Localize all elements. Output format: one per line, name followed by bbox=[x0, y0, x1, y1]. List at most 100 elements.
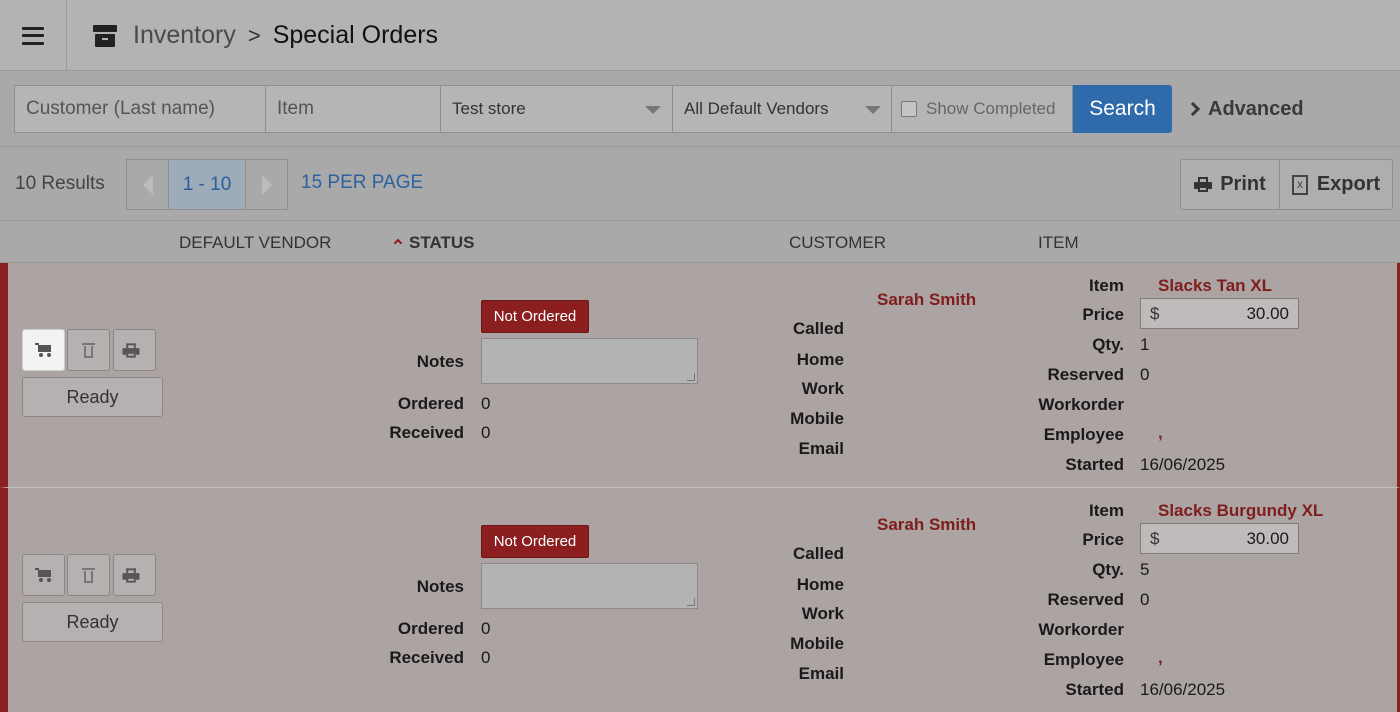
store-select[interactable]: Test store bbox=[440, 85, 673, 133]
qty-label: Qty. bbox=[1092, 335, 1124, 354]
email-label: Email bbox=[798, 664, 844, 683]
next-page-button[interactable] bbox=[246, 160, 287, 209]
column-headers: DEFAULT VENDOR STATUS CUSTOMER ITEM bbox=[0, 221, 1400, 263]
item-link[interactable]: Slacks Tan XL bbox=[1158, 276, 1272, 296]
mobile-label: Mobile bbox=[790, 634, 844, 653]
employee-value[interactable]: , bbox=[1158, 648, 1163, 668]
workorder-label: Workorder bbox=[1038, 395, 1124, 414]
show-completed-toggle[interactable]: Show Completed bbox=[891, 85, 1073, 133]
print-row-button[interactable] bbox=[113, 329, 156, 371]
printer-icon bbox=[1194, 177, 1213, 192]
customer-search-input[interactable]: Customer (Last name) bbox=[14, 85, 266, 133]
column-status[interactable]: STATUS bbox=[393, 233, 475, 253]
ordered-label: Ordered bbox=[397, 394, 464, 413]
filter-bar: Customer (Last name) Item Test store All… bbox=[0, 71, 1400, 147]
cart-icon bbox=[34, 343, 53, 357]
show-completed-checkbox[interactable] bbox=[901, 101, 917, 117]
hamburger-menu-icon bbox=[22, 26, 44, 45]
item-label: Item bbox=[1089, 276, 1124, 295]
price-input[interactable]: $ 30.00 bbox=[1140, 523, 1299, 554]
store-select-value: Test store bbox=[452, 99, 526, 118]
export-button[interactable]: Export bbox=[1279, 159, 1393, 210]
qty-label: Qty. bbox=[1092, 560, 1124, 579]
notes-field[interactable] bbox=[481, 338, 698, 384]
table-row: Ready Not Ordered Notes Ordered 0 Receiv… bbox=[0, 488, 1400, 712]
breadcrumb-separator-icon: > bbox=[247, 22, 261, 48]
menu-button[interactable] bbox=[0, 0, 67, 71]
breadcrumb-inventory[interactable]: Inventory bbox=[133, 21, 236, 50]
ordered-value: 0 bbox=[481, 619, 491, 638]
started-label: Started bbox=[1065, 455, 1124, 474]
printer-icon bbox=[121, 567, 140, 583]
chevron-right-icon bbox=[1185, 101, 1201, 117]
previous-page-button[interactable] bbox=[127, 160, 168, 209]
page-title: Special Orders bbox=[272, 21, 439, 49]
print-row-button[interactable] bbox=[113, 554, 156, 596]
column-status-label: STATUS bbox=[409, 233, 475, 252]
trash-icon bbox=[82, 342, 95, 359]
home-label: Home bbox=[796, 575, 844, 594]
reserved-value: 0 bbox=[1140, 590, 1150, 609]
started-value: 16/06/2025 bbox=[1140, 680, 1226, 699]
currency-symbol: $ bbox=[1150, 528, 1160, 548]
pagination: 1 - 10 bbox=[126, 159, 288, 210]
column-default-vendor[interactable]: DEFAULT VENDOR bbox=[179, 233, 331, 253]
top-bar: Inventory > Special Orders bbox=[0, 0, 1400, 71]
print-label: Print bbox=[1220, 173, 1266, 195]
ordered-value: 0 bbox=[481, 394, 491, 413]
reserved-label: Reserved bbox=[1047, 365, 1124, 384]
cart-icon bbox=[34, 568, 53, 582]
received-value: 0 bbox=[481, 423, 491, 442]
received-label: Received bbox=[389, 423, 464, 442]
called-label: Called bbox=[792, 319, 844, 338]
home-label: Home bbox=[796, 350, 844, 369]
vendor-select[interactable]: All Default Vendors bbox=[672, 85, 892, 133]
advanced-search-toggle[interactable]: Advanced bbox=[1185, 85, 1304, 133]
caret-down-icon bbox=[645, 106, 661, 114]
excel-file-icon bbox=[1291, 174, 1308, 195]
order-cart-button[interactable] bbox=[22, 554, 65, 596]
qty-value: 5 bbox=[1140, 560, 1150, 579]
sort-ascending-icon bbox=[393, 238, 403, 248]
customer-link[interactable]: Sarah Smith bbox=[877, 290, 976, 310]
qty-value: 1 bbox=[1140, 335, 1150, 354]
received-label: Received bbox=[389, 648, 464, 667]
order-cart-button[interactable] bbox=[22, 329, 65, 371]
printer-icon bbox=[121, 342, 140, 358]
delete-button[interactable] bbox=[67, 329, 110, 371]
price-value: 30.00 bbox=[1246, 528, 1289, 548]
currency-symbol: $ bbox=[1150, 303, 1160, 323]
employee-value[interactable]: , bbox=[1158, 423, 1163, 443]
column-item[interactable]: ITEM bbox=[1038, 233, 1079, 253]
customer-link[interactable]: Sarah Smith bbox=[877, 515, 976, 535]
notes-field[interactable] bbox=[481, 563, 698, 609]
archive-box-icon bbox=[93, 24, 117, 47]
page-range[interactable]: 1 - 10 bbox=[168, 160, 246, 209]
reserved-value: 0 bbox=[1140, 365, 1150, 384]
search-button[interactable]: Search bbox=[1073, 85, 1172, 133]
price-input[interactable]: $ 30.00 bbox=[1140, 298, 1299, 329]
notes-label: Notes bbox=[416, 577, 464, 596]
received-value: 0 bbox=[481, 648, 491, 667]
column-customer[interactable]: CUSTOMER bbox=[789, 233, 886, 253]
mobile-label: Mobile bbox=[790, 409, 844, 428]
item-link[interactable]: Slacks Burgundy XL bbox=[1158, 501, 1323, 521]
export-label: Export bbox=[1316, 173, 1381, 195]
called-label: Called bbox=[792, 544, 844, 563]
print-button[interactable]: Print bbox=[1180, 159, 1280, 210]
ready-button[interactable]: Ready bbox=[22, 377, 163, 417]
per-page-selector[interactable]: 15 PER PAGE bbox=[301, 172, 423, 194]
pager-bar: 10 Results 1 - 10 15 PER PAGE Print Expo… bbox=[0, 147, 1400, 221]
reserved-label: Reserved bbox=[1047, 590, 1124, 609]
price-label: Price bbox=[1082, 305, 1124, 324]
delete-button[interactable] bbox=[67, 554, 110, 596]
caret-down-icon bbox=[865, 106, 881, 114]
started-value: 16/06/2025 bbox=[1140, 455, 1226, 474]
trash-icon bbox=[82, 567, 95, 584]
ready-button[interactable]: Ready bbox=[22, 602, 163, 642]
status-badge: Not Ordered bbox=[481, 525, 589, 558]
item-search-input[interactable]: Item bbox=[265, 85, 441, 133]
started-label: Started bbox=[1065, 680, 1124, 699]
arrow-left-icon bbox=[142, 174, 153, 195]
ordered-label: Ordered bbox=[397, 619, 464, 638]
